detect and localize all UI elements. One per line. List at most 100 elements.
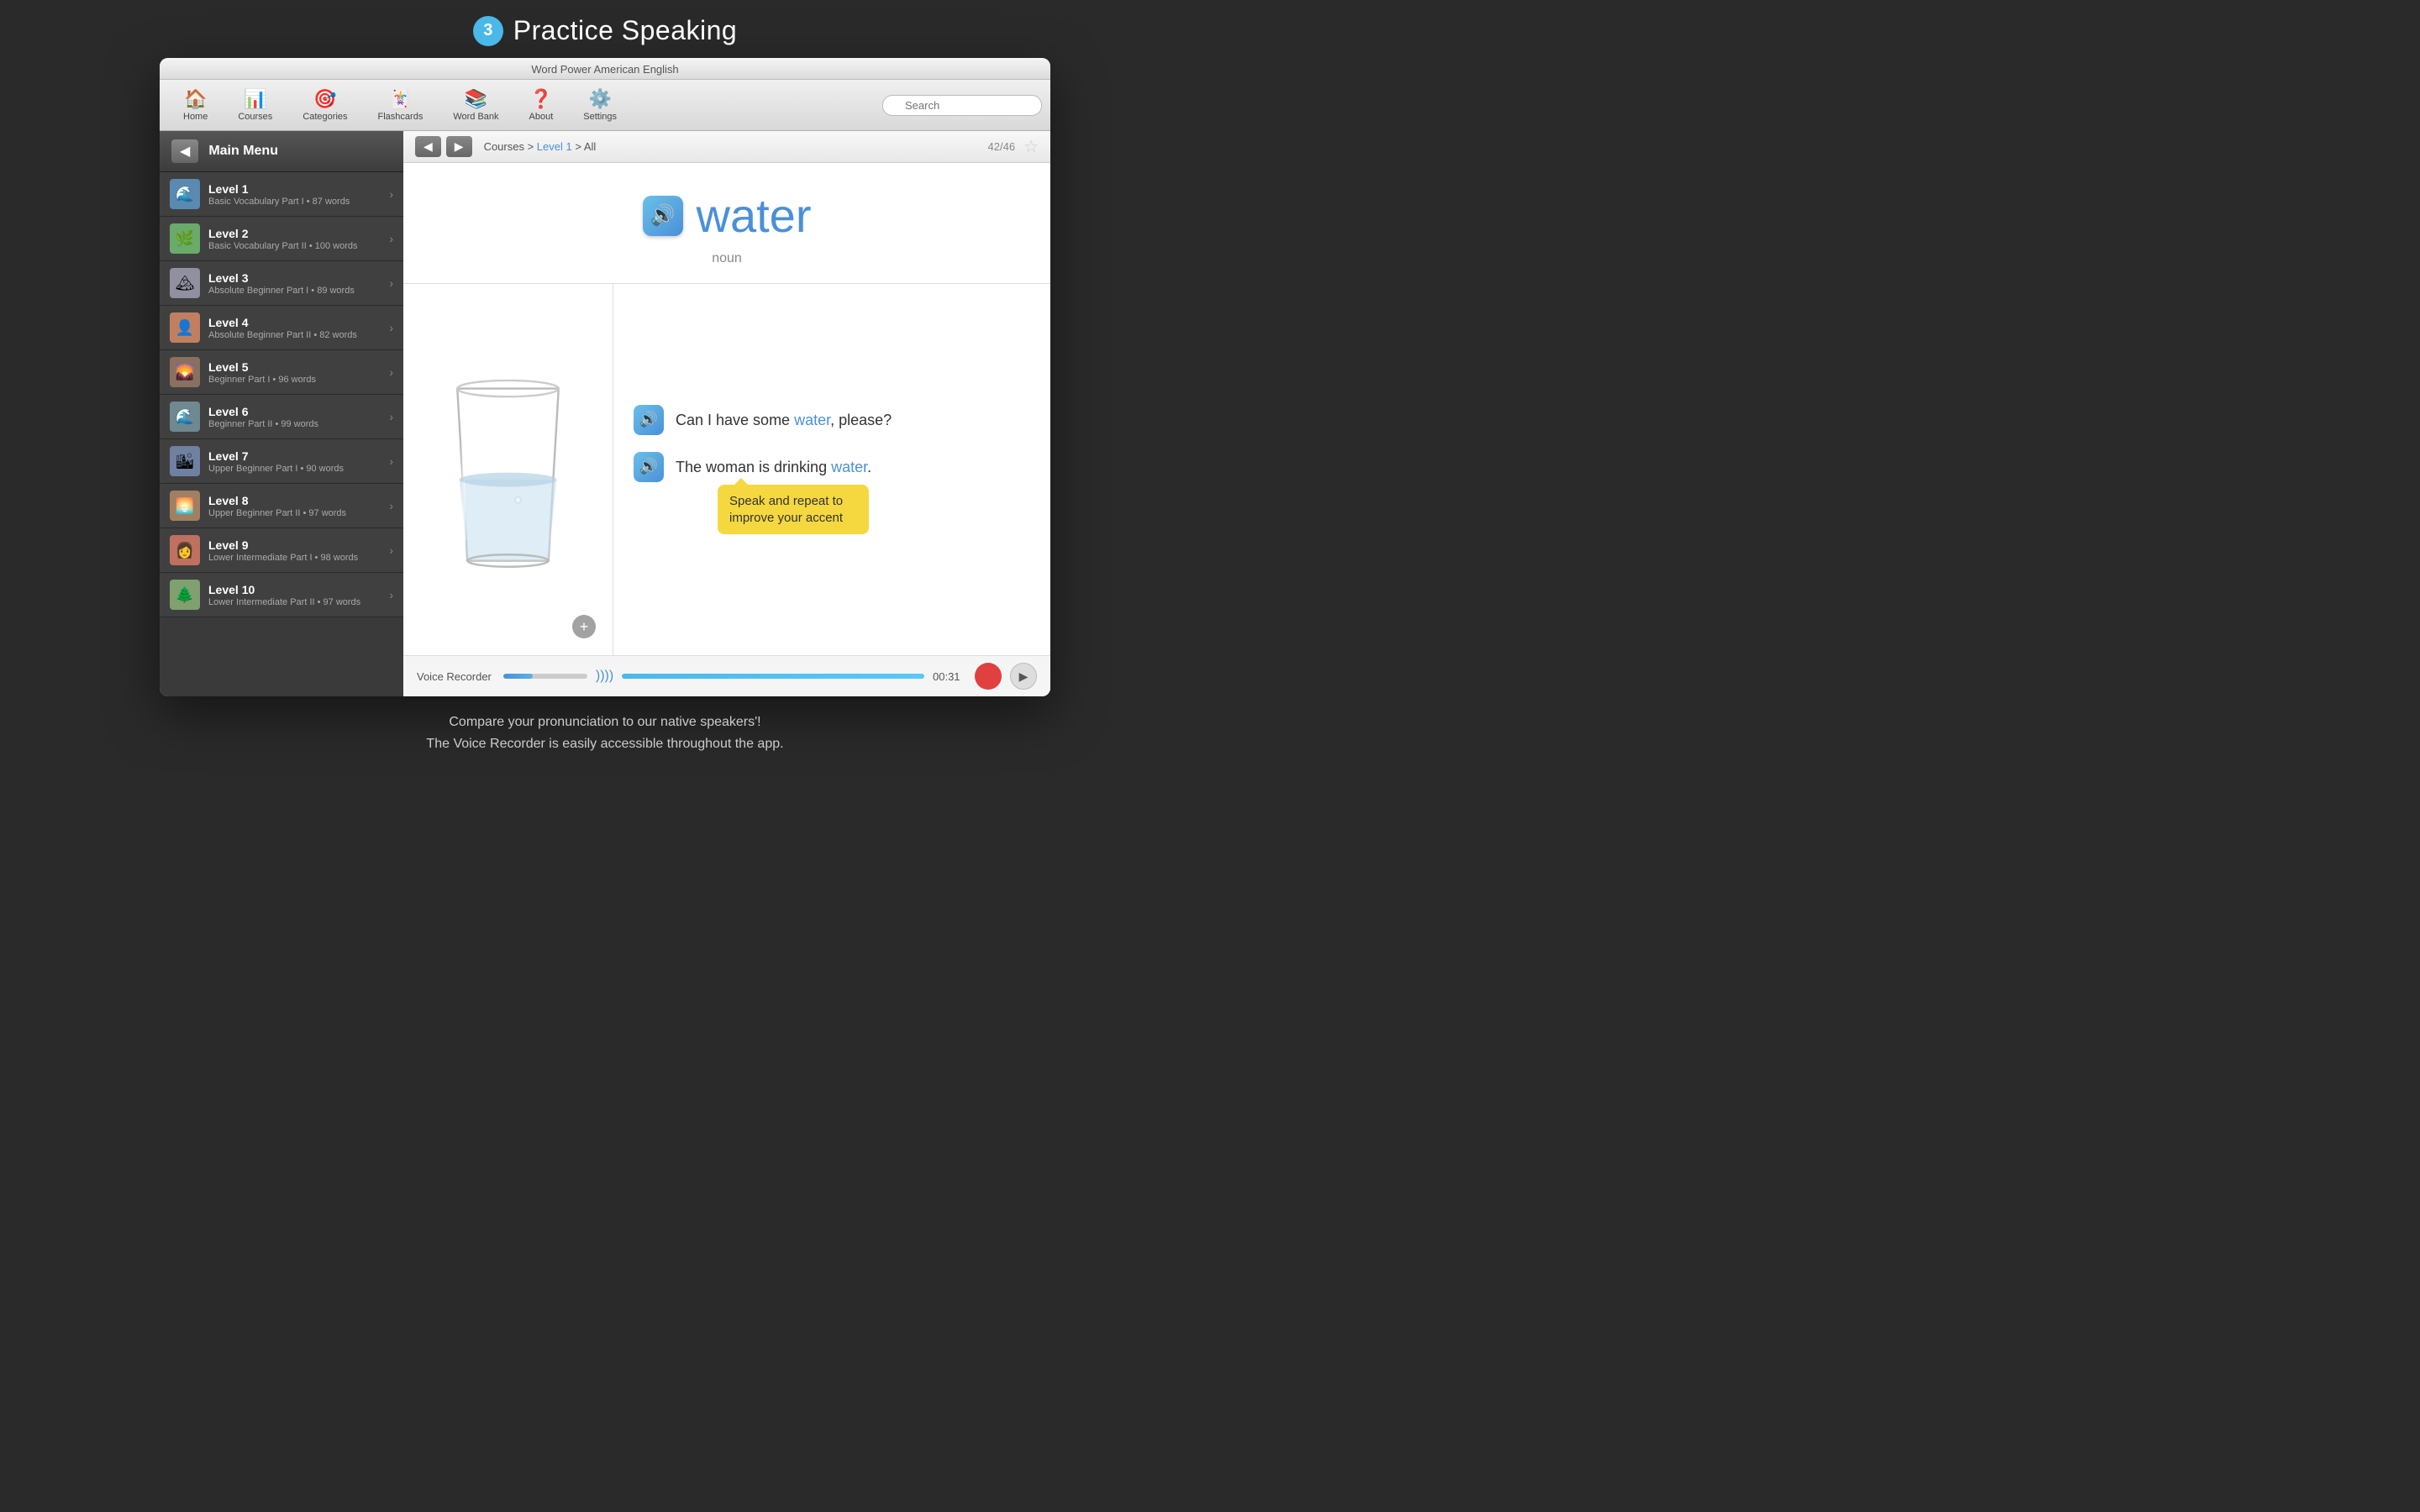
word-pos: noun [712, 251, 742, 266]
level5-text: Level 5 Beginner Part I • 96 words [208, 360, 389, 385]
nav-item-categories[interactable]: 🎯 Categories [287, 85, 362, 125]
expand-button[interactable]: + [572, 615, 596, 638]
nav-item-settings[interactable]: ⚙️ Settings [568, 85, 632, 125]
app-titlebar: Word Power American English [160, 58, 1050, 80]
level6-name: Level 6 [208, 405, 389, 418]
sidebar: ◀ Main Menu 🌊 Level 1 Basic Vocabulary P… [160, 131, 403, 696]
nav-label-home: Home [183, 112, 208, 122]
sidebar-back-button[interactable]: ◀ [171, 139, 198, 163]
level6-thumb: 🌊 [170, 402, 200, 432]
level10-desc: Lower Intermediate Part II • 97 words [208, 597, 389, 607]
sentence1-text: Can I have some water, please? [676, 405, 892, 431]
app-window: Word Power American English 🏠 Home 📊 Cou… [160, 58, 1050, 696]
image-panel: + [403, 284, 613, 655]
settings-icon: ⚙️ [588, 88, 611, 110]
level9-name: Level 9 [208, 538, 389, 552]
next-button[interactable]: ▶ [446, 136, 472, 157]
level2-arrow: › [389, 232, 393, 245]
level2-desc: Basic Vocabulary Part II • 100 words [208, 241, 389, 251]
level2-name: Level 2 [208, 227, 389, 240]
level4-thumb: 👤 [170, 312, 200, 343]
breadcrumb-level: Level 1 [537, 140, 572, 153]
nav-bar: 🏠 Home 📊 Courses 🎯 Categories 🃏 Flashcar… [160, 80, 1050, 131]
sidebar-title: Main Menu [208, 144, 278, 159]
level1-desc: Basic Vocabulary Part I • 87 words [208, 197, 389, 207]
level8-arrow: › [389, 499, 393, 512]
word-audio-button[interactable]: 🔊 [643, 196, 683, 236]
sidebar-item-level2[interactable]: 🌿 Level 2 Basic Vocabulary Part II • 100… [160, 217, 403, 261]
sidebar-item-level10[interactable]: 🌲 Level 10 Lower Intermediate Part II • … [160, 573, 403, 617]
nav-item-home[interactable]: 🏠 Home [168, 85, 223, 125]
nav-item-wordbank[interactable]: 📚 Word Bank [438, 85, 513, 125]
nav-label-flashcards: Flashcards [378, 112, 424, 122]
word-row: 🔊 water [643, 188, 812, 243]
level7-desc: Upper Beginner Part I • 90 words [208, 464, 389, 474]
level1-name: Level 1 [208, 182, 389, 196]
glass-image [417, 297, 599, 642]
wordbank-icon: 📚 [465, 88, 487, 110]
level5-desc: Beginner Part I • 96 words [208, 375, 389, 385]
level9-arrow: › [389, 543, 393, 557]
tooltip: Speak and repeat to improve your accent [718, 485, 869, 534]
nav-label-courses: Courses [238, 112, 272, 122]
level2-text: Level 2 Basic Vocabulary Part II • 100 w… [208, 227, 389, 251]
about-icon: ❓ [529, 88, 552, 110]
sidebar-item-level5[interactable]: 🌄 Level 5 Beginner Part I • 96 words › [160, 350, 403, 395]
nav-label-settings: Settings [583, 112, 617, 122]
played-progress [503, 674, 587, 679]
courses-icon: 📊 [244, 88, 266, 110]
search-input[interactable] [882, 95, 1042, 116]
sidebar-item-level7[interactable]: 🏙 Level 7 Upper Beginner Part I • 90 wor… [160, 439, 403, 484]
level1-thumb: 🌊 [170, 179, 200, 209]
home-icon: 🏠 [184, 88, 207, 110]
sentence-row-2: 🔊 The woman is drinking water. Speak and… [634, 452, 1030, 534]
level8-text: Level 8 Upper Beginner Part II • 97 word… [208, 494, 389, 518]
level10-thumb: 🌲 [170, 580, 200, 610]
level5-arrow: › [389, 365, 393, 379]
level3-desc: Absolute Beginner Part I • 89 words [208, 286, 389, 296]
sidebar-list: 🌊 Level 1 Basic Vocabulary Part I • 87 w… [160, 172, 403, 696]
play-icon: ▶ [1019, 669, 1028, 684]
sidebar-item-level4[interactable]: 👤 Level 4 Absolute Beginner Part II • 82… [160, 306, 403, 350]
sidebar-item-level6[interactable]: 🌊 Level 6 Beginner Part II • 99 words › [160, 395, 403, 439]
level1-text: Level 1 Basic Vocabulary Part I • 87 wor… [208, 182, 389, 207]
content-toolbar: ◀ ▶ Courses > Level 1 > All 42/46 ☆ [403, 131, 1050, 163]
sentence1-audio-button[interactable]: 🔊 [634, 405, 664, 435]
level10-arrow: › [389, 588, 393, 601]
bottom-line1: Compare your pronunciation to our native… [0, 711, 1210, 733]
nav-label-about: About [529, 112, 554, 122]
sidebar-header: ◀ Main Menu [160, 131, 403, 172]
level7-thumb: 🏙 [170, 446, 200, 476]
breadcrumb: Courses > Level 1 > All [484, 140, 988, 153]
sentence2-audio-button[interactable]: 🔊 [634, 452, 664, 482]
nav-item-flashcards[interactable]: 🃏 Flashcards [363, 85, 439, 125]
sidebar-item-level9[interactable]: 👩 Level 9 Lower Intermediate Part I • 98… [160, 528, 403, 573]
main-word: water [697, 188, 812, 243]
level6-desc: Beginner Part II • 99 words [208, 419, 389, 429]
flashcards-icon: 🃏 [389, 88, 412, 110]
nav-item-courses[interactable]: 📊 Courses [223, 85, 287, 125]
prev-button[interactable]: ◀ [415, 136, 441, 157]
level8-desc: Upper Beginner Part II • 97 words [208, 508, 389, 518]
sentence1-highlight: water [794, 412, 830, 428]
level1-arrow: › [389, 187, 393, 201]
level5-name: Level 5 [208, 360, 389, 374]
sidebar-item-level1[interactable]: 🌊 Level 1 Basic Vocabulary Part I • 87 w… [160, 172, 403, 217]
nav-item-about[interactable]: ❓ About [514, 85, 569, 125]
sentence-row-1: 🔊 Can I have some water, please? [634, 405, 1030, 435]
play-button[interactable]: ▶ [1010, 663, 1037, 690]
favorite-button[interactable]: ☆ [1023, 136, 1039, 157]
progress-fill [503, 674, 533, 679]
word-display: 🔊 water noun [403, 163, 1050, 284]
app-window-title: Word Power American English [531, 63, 678, 76]
page-count: 42/46 [988, 140, 1016, 153]
bottom-line2: The Voice Recorder is easily accessible … [0, 733, 1210, 755]
level10-name: Level 10 [208, 583, 389, 596]
record-button[interactable] [975, 663, 1002, 690]
waveform-area [503, 674, 587, 679]
sentence2-highlight: water [831, 459, 867, 475]
sidebar-item-level8[interactable]: 🌅 Level 8 Upper Beginner Part II • 97 wo… [160, 484, 403, 528]
level3-name: Level 3 [208, 271, 389, 285]
recorder-label: Voice Recorder [417, 670, 492, 683]
sidebar-item-level3[interactable]: 🏔 Level 3 Absolute Beginner Part I • 89 … [160, 261, 403, 306]
